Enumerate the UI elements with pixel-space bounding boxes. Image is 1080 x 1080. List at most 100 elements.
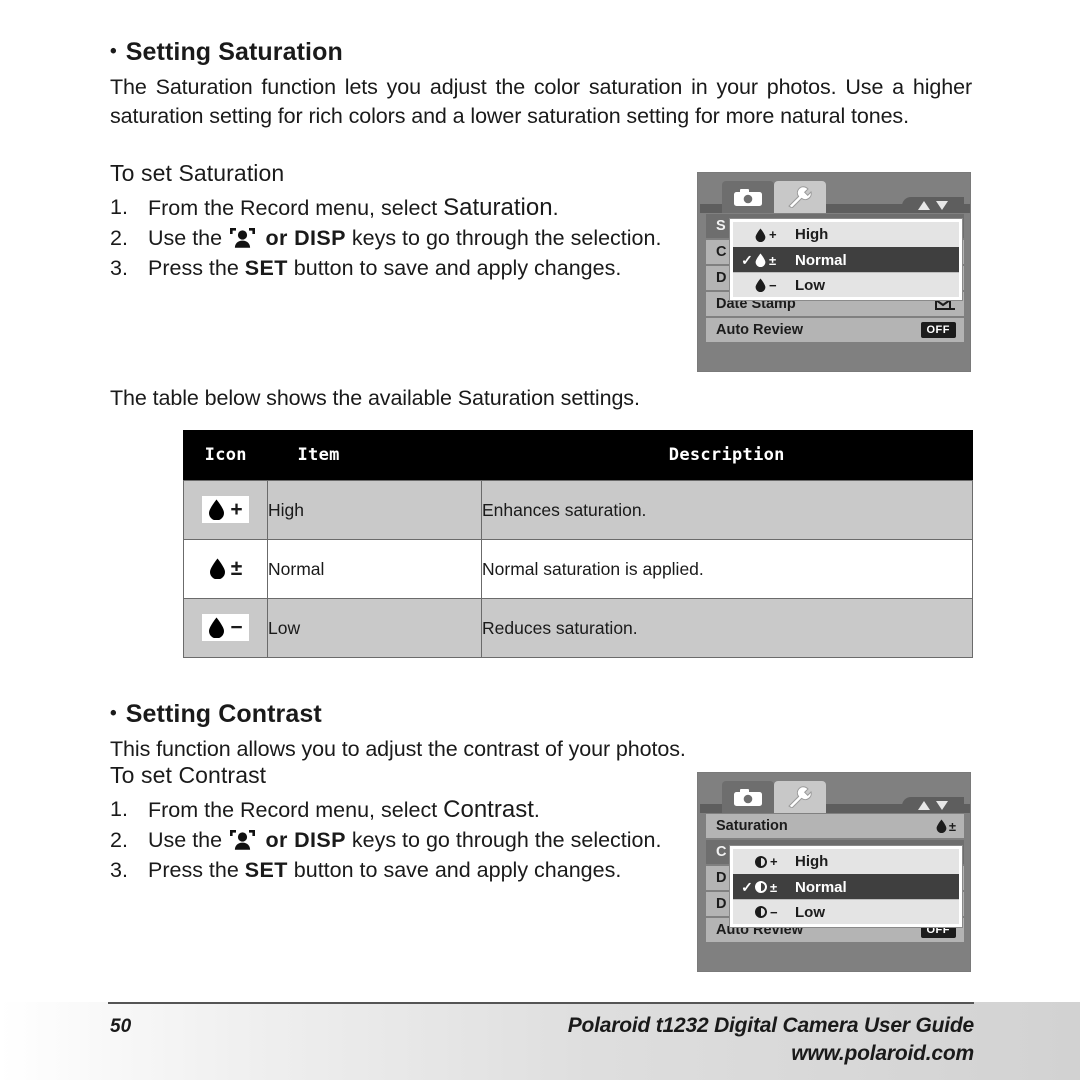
document-page: • Setting Saturation The Saturation func…	[0, 0, 1080, 1080]
saturation-steps-list: 1. From the Record menu, select Saturati…	[110, 193, 685, 283]
option-label: Normal	[795, 878, 847, 896]
contrast-intro-text: This function allows you to adjust the c…	[110, 737, 686, 761]
column-header-description: Description	[481, 430, 973, 481]
step-item: 3. Press the SET button to save and appl…	[110, 856, 685, 885]
saturation-heading: • Setting Saturation	[110, 38, 975, 67]
setup-tab[interactable]	[774, 181, 826, 213]
step-item: 2. Use the or DISP keys to go through th…	[110, 826, 685, 855]
step-number: 2.	[110, 828, 128, 852]
step-text: From the Record menu, select Saturation.	[148, 194, 559, 221]
menu-row-label: C	[716, 244, 727, 260]
lcd-screenshot-contrast: Saturation ± C D D Auto Review OFF + Hig…	[697, 772, 971, 972]
droplet-minus-icon: −	[202, 613, 249, 641]
page-footer: 50 Polaroid t1232 Digital Camera User Gu…	[0, 1002, 1080, 1080]
contrast-steps-list: 1. From the Record menu, select Contrast…	[110, 795, 685, 885]
wrench-icon	[788, 186, 812, 208]
bullet-icon: •	[110, 41, 117, 62]
table-intro-text: The table below shows the available Satu…	[110, 386, 640, 410]
sign-label: ±	[770, 879, 778, 895]
column-header-item: Item	[267, 430, 482, 481]
step-number: 3.	[110, 858, 128, 882]
menu-row-label: D	[716, 270, 727, 286]
sign-label: +	[230, 497, 243, 521]
option-label: High	[795, 226, 829, 243]
menu-row-auto-review[interactable]: Auto Review OFF	[706, 318, 964, 342]
sign-label: ±	[948, 818, 956, 834]
sign-label: ±	[230, 556, 243, 580]
option-low[interactable]: − Low	[733, 272, 959, 297]
cell-item: High	[267, 480, 482, 540]
table-row: + High Enhances saturation.	[183, 480, 973, 540]
page-number: 50	[110, 1016, 132, 1037]
step-item: 1. From the Record menu, select Contrast…	[110, 795, 685, 825]
step-number: 2.	[110, 226, 128, 250]
cell-description: Enhances saturation.	[481, 480, 973, 540]
setup-tab[interactable]	[774, 781, 826, 813]
bullet-icon: •	[110, 703, 117, 724]
footer-url[interactable]: www.polaroid.com	[791, 1042, 974, 1066]
camera-tab[interactable]	[722, 781, 774, 813]
option-normal[interactable]: ✓ ± Normal	[733, 874, 959, 899]
contrast-subheading: To set Contrast	[110, 762, 267, 788]
checkmark-icon: ✓	[741, 878, 753, 895]
option-high[interactable]: + High	[733, 849, 959, 874]
menu-name-emphasis: Saturation	[443, 194, 553, 221]
sign-label: +	[770, 854, 778, 869]
option-normal[interactable]: ✓ ± Normal	[733, 247, 959, 272]
saturation-steps-block: To set Saturation 1. From the Record men…	[110, 160, 685, 284]
disp-key-label: DISP	[294, 226, 346, 250]
saturation-heading-text: Setting Saturation	[125, 38, 343, 66]
droplet-minus-icon: −	[755, 278, 789, 293]
step-number: 1.	[110, 797, 128, 821]
step-text: From the Record menu, select Contrast.	[148, 796, 540, 823]
menu-row-label: S	[716, 218, 726, 234]
camera-icon	[734, 188, 762, 206]
cell-icon: +	[183, 480, 268, 540]
step-number: 3.	[110, 256, 128, 280]
saturation-options-popup: + High ✓ ± Normal − Low	[730, 219, 962, 300]
saturation-section: • Setting Saturation The Saturation func…	[110, 38, 975, 131]
table-header-row: Icon Item Description	[183, 430, 973, 481]
step-text: Use the or DISP keys to go through the s…	[148, 226, 662, 250]
cell-description: Reduces saturation.	[481, 598, 973, 658]
footer-title: Polaroid t1232 Digital Camera User Guide	[567, 1014, 975, 1037]
camera-icon	[734, 788, 762, 806]
step-text: Use the or DISP keys to go through the s…	[148, 828, 662, 852]
step-item: 1. From the Record menu, select Saturati…	[110, 193, 685, 223]
droplet-plus-icon: +	[202, 495, 249, 523]
menu-row-label: D	[716, 896, 727, 912]
option-high[interactable]: + High	[733, 222, 959, 247]
menu-name-emphasis: Contrast	[443, 796, 534, 823]
option-label: High	[795, 853, 829, 870]
saturation-settings-table: Icon Item Description + High Enhances sa…	[183, 430, 973, 658]
lcd-tabbar	[698, 181, 970, 215]
option-low[interactable]: − Low	[733, 899, 959, 924]
contrast-plusminus-icon: ±	[755, 880, 789, 895]
step-item: 2. Use the or DISP keys to go through th…	[110, 224, 685, 253]
option-label: Normal	[795, 251, 847, 269]
step-number: 1.	[110, 195, 128, 219]
sign-label: −	[770, 904, 778, 920]
menu-row-saturation[interactable]: Saturation ±	[706, 814, 964, 838]
contrast-options-popup: + High ✓ ± Normal − Low	[730, 846, 962, 927]
checkmark-icon: ✓	[741, 251, 753, 268]
footer-divider	[108, 1002, 974, 1004]
cell-item: Normal	[267, 539, 482, 599]
cell-icon: −	[183, 598, 268, 658]
cell-item: Low	[267, 598, 482, 658]
set-key-label: SET	[244, 256, 288, 280]
step-item: 3. Press the SET button to save and appl…	[110, 254, 685, 283]
disp-key-label: DISP	[294, 828, 346, 852]
menu-row-label: C	[716, 844, 727, 860]
auto-review-status-badge: OFF	[920, 322, 956, 338]
sign-label: ±	[769, 252, 777, 268]
droplet-plus-icon: +	[755, 227, 789, 242]
camera-tab[interactable]	[722, 181, 774, 213]
step-text: Press the SET button to save and apply c…	[148, 256, 622, 280]
contrast-heading-text: Setting Contrast	[125, 700, 322, 728]
saturation-subheading: To set Saturation	[110, 160, 285, 186]
contrast-minus-icon: −	[755, 905, 789, 920]
menu-row-label: Saturation	[716, 818, 788, 834]
option-label: Low	[795, 276, 825, 294]
lcd-screenshot-saturation: S C D Date Stamp Auto Review OFF + High …	[697, 172, 971, 372]
